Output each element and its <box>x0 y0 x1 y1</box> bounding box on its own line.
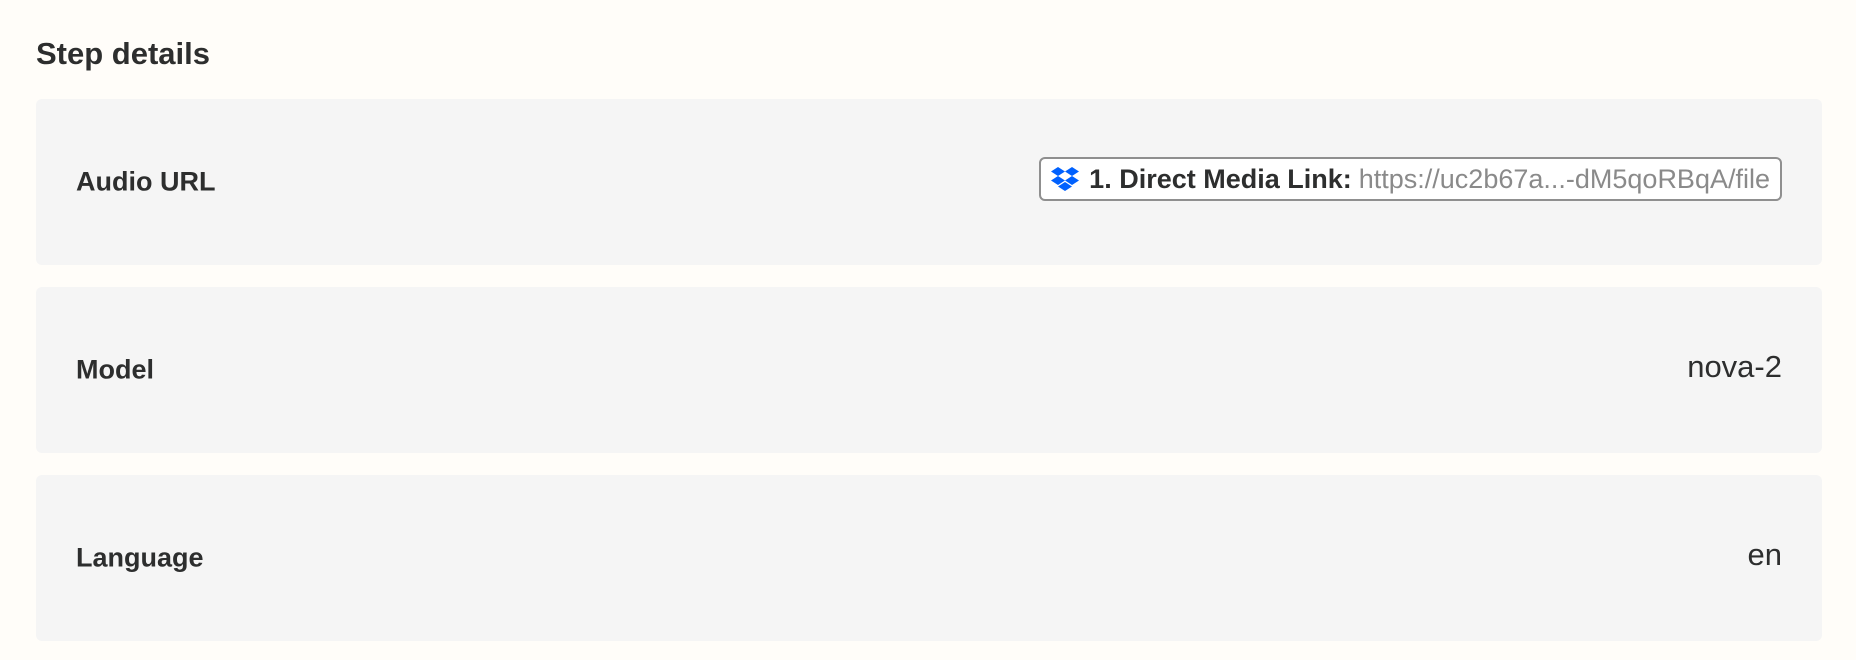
field-label: Model <box>76 354 154 385</box>
field-row-model: Model nova-2 <box>36 287 1822 453</box>
field-label: Language <box>76 542 204 573</box>
field-row-language: Language en <box>36 475 1822 641</box>
step-details-list: Audio URL 1. Direct Media Link: https://… <box>36 99 1822 641</box>
field-value: nova-2 <box>1687 349 1782 384</box>
mapped-field-pill[interactable]: 1. Direct Media Link: https://uc2b67a...… <box>1039 157 1782 201</box>
section-title: Step details <box>36 36 210 71</box>
field-row-audio-url: Audio URL 1. Direct Media Link: https://… <box>36 99 1822 265</box>
field-label: Audio URL <box>76 166 216 197</box>
dropbox-icon <box>1051 166 1080 192</box>
pill-step-label: 1. Direct Media Link: <box>1089 163 1352 194</box>
field-value: en <box>1747 537 1782 572</box>
pill-value: https://uc2b67a...-dM5qoRBqA/file <box>1358 163 1770 194</box>
